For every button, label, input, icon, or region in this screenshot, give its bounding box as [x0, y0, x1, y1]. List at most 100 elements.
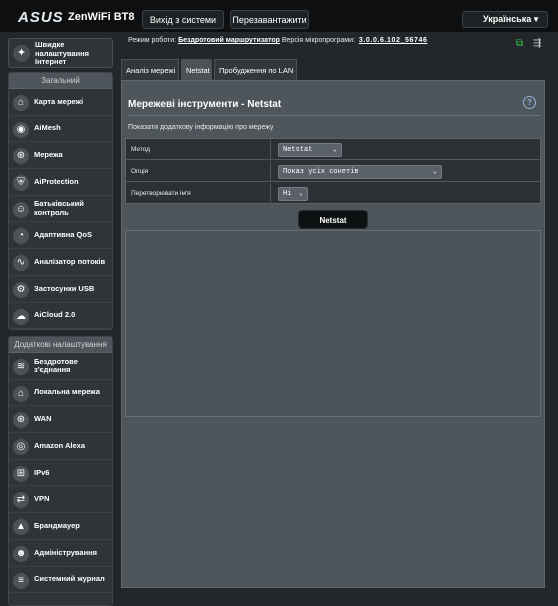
sidebar-item-label: AiCloud 2.0 [34, 310, 76, 320]
sidebar-item-aicloud[interactable]: ☁ AiCloud 2.0 [9, 303, 112, 330]
sidebar-item-lan[interactable]: ⌂ Локальна мережа [9, 380, 112, 407]
shield-icon: ⛨ [13, 175, 29, 192]
status-line: Режим роботи: Бездротовий маршрутизатор … [128, 37, 427, 44]
resolve-name-label: Перетворювати ім'я [126, 183, 271, 204]
sidebar-item-label: WAN [34, 414, 52, 424]
sidebar-advanced-title: Додаткові налаштування [9, 337, 112, 353]
quick-setup-label: Швидке налаштування Інтернет [35, 40, 90, 66]
netstat-run-button[interactable]: Netstat [298, 210, 368, 229]
resolve-name-row: Перетворювати ім'я Ні ⌄ [126, 183, 540, 204]
chevron-down-icon: ⌄ [432, 168, 437, 176]
sidebar-item-system-log[interactable]: ≡ Системний журнал [9, 567, 112, 594]
sidebar-item-traffic-analyzer[interactable]: ∿ Аналізатор потоків [9, 249, 112, 276]
sidebar-item-label: AiMesh [34, 123, 61, 133]
quick-internet-setup-button[interactable]: ✦ Швидке налаштування Інтернет [8, 38, 113, 68]
family-icon: ☺ [13, 201, 29, 218]
globe-icon: ⊕ [13, 148, 29, 165]
sidebar-item-wan[interactable]: ⊕ WAN [9, 406, 112, 434]
model-name: ZenWiFi BT8 [68, 11, 135, 23]
sidebar-general-section: Загальний ⌂ Карта мережі ◉ AiMesh ⊕ Мережа … [8, 72, 113, 330]
sidebar-item-label: Бездротове з'єднання [34, 356, 78, 374]
alexa-icon: ◎ [13, 439, 29, 456]
ipv6-icon: ⊞ [13, 465, 29, 482]
sidebar-item-label: Аналізатор потоків [34, 256, 106, 266]
method-value: Netstat [283, 146, 313, 154]
option-select[interactable]: Показ усіх сокетів ⌄ [278, 165, 442, 179]
sidebar-item-label: IPv6 [34, 467, 50, 477]
panel-description: Показати додаткову інформацію про мережу [128, 124, 274, 131]
sidebar-item-ipv6[interactable]: ⊞ IPv6 [9, 460, 112, 487]
sidebar-item-label: AiProtection [34, 176, 79, 186]
tab-network-analysis[interactable]: Аналіз мережі [121, 59, 179, 80]
language-value: Українська [483, 14, 532, 24]
sidebar-item-parental-control[interactable]: ☺ Батьківський контроль [9, 196, 112, 223]
cloud-icon: ☁ [13, 308, 29, 325]
sidebar-item-aiprotection[interactable]: ⛨ AiProtection [9, 169, 112, 196]
general-menu: ⌂ Карта мережі ◉ AiMesh ⊕ Мережа ⛨ AiProtect… [9, 89, 112, 330]
page-title: Мережеві інструменти - Netstat [128, 99, 282, 110]
title-divider [128, 115, 540, 116]
sidebar-item-administration[interactable]: ☻ Адміністрування [9, 540, 112, 567]
netstat-panel: Мережеві інструменти - Netstat ? Показат… [121, 80, 545, 588]
sidebar-general-title: Загальний [9, 73, 112, 89]
sidebar-item-label: Застосунки USB [34, 283, 95, 293]
sidebar-item-vpn[interactable]: ⇄ VPN [9, 486, 112, 514]
globe-icon: ⊕ [13, 412, 29, 429]
option-row: Опція Показ усіх сокетів ⌄ [126, 161, 540, 182]
mode-label: Режим роботи: [128, 37, 177, 44]
brand-logo[interactable]: ASUS [18, 9, 64, 26]
advanced-menu: ≋ Бездротове з'єднання ⌂ Локальна мережа ⊕… [9, 353, 112, 594]
network-status-icon[interactable]: ⧉ [516, 38, 523, 49]
wifi-icon: ≋ [13, 359, 29, 375]
chevron-down-icon: ⌄ [298, 190, 303, 198]
sidebar-advanced-section: Додаткові налаштування ≋ Бездротове з'єдн… [8, 336, 113, 606]
sidebar-item-label: VPN [34, 494, 50, 504]
sidebar-item-label: Адміністрування [34, 547, 98, 557]
reboot-button[interactable]: Перезавантажити [230, 10, 309, 29]
method-row: Метод Netstat ⌄ [126, 139, 540, 160]
method-label: Метод [126, 139, 271, 160]
usb-icon: ⚙ [13, 281, 29, 298]
sidebar-item-network-map[interactable]: ⌂ Карта мережі [9, 89, 112, 116]
logout-button[interactable]: Вихід з системи [142, 10, 224, 29]
language-select[interactable]: Українська ▼ [462, 11, 548, 28]
sidebar-item-adaptive-qos[interactable]: ◔ Адаптивна QoS [9, 222, 112, 250]
chevron-down-icon: ⌄ [332, 146, 337, 154]
option-label: Опція [126, 161, 271, 182]
method-select[interactable]: Netstat ⌄ [278, 143, 342, 157]
sidebar-item-usb-apps[interactable]: ⚙ Застосунки USB [9, 276, 112, 303]
sidebar-item-label: Адаптивна QoS [34, 230, 92, 240]
sidebar-item-label: Карта мережі [34, 96, 84, 106]
help-icon[interactable]: ? [523, 96, 536, 109]
sidebar-item-label: Батьківський контроль [34, 199, 84, 217]
sidebar-item-alexa[interactable]: ◎ Amazon Alexa [9, 433, 112, 460]
chart-icon: ∿ [13, 255, 29, 272]
netstat-output-area[interactable] [125, 230, 541, 417]
wizard-icon: ✦ [13, 45, 30, 62]
mode-value-link[interactable]: Бездротовий маршрутизатор [178, 37, 280, 44]
tab-wake-on-lan[interactable]: Пробудження по LAN [214, 59, 297, 80]
aimesh-icon: ◉ [13, 121, 29, 138]
tab-netstat[interactable]: Netstat [181, 59, 212, 80]
map-icon: ⌂ [13, 95, 29, 111]
sidebar-item-label: Брандмауер [34, 520, 80, 530]
admin-icon: ☻ [13, 545, 29, 562]
gauge-icon: ◔ [13, 228, 29, 245]
sidebar-item-network[interactable]: ⊕ Мережа [9, 142, 112, 170]
sidebar-item-label: Локальна мережа [34, 387, 100, 397]
resolve-name-select[interactable]: Ні ⌄ [278, 187, 308, 201]
usb-status-icon[interactable]: ⇶ [533, 38, 541, 49]
firmware-label: Версія мікропрограми: [281, 37, 355, 44]
log-icon: ≡ [13, 572, 29, 589]
top-bar: ASUS ZenWiFi BT8 Вихід з системи Перезав… [0, 0, 558, 32]
sidebar-item-label: Amazon Alexa [34, 440, 85, 450]
option-value: Показ усіх сокетів [283, 168, 359, 176]
home-icon: ⌂ [13, 385, 29, 402]
sidebar-item-aimesh[interactable]: ◉ AiMesh [9, 116, 112, 143]
sidebar-item-firewall[interactable]: ▲ Брандмауер [9, 513, 112, 540]
sidebar-item-wireless[interactable]: ≋ Бездротове з'єднання [9, 353, 112, 380]
firewall-icon: ▲ [13, 519, 29, 536]
sidebar-item-label: Мережа [34, 150, 63, 160]
firmware-value-link[interactable]: 3.0.0.6.102_56746 [359, 37, 428, 44]
vpn-icon: ⇄ [13, 492, 29, 509]
